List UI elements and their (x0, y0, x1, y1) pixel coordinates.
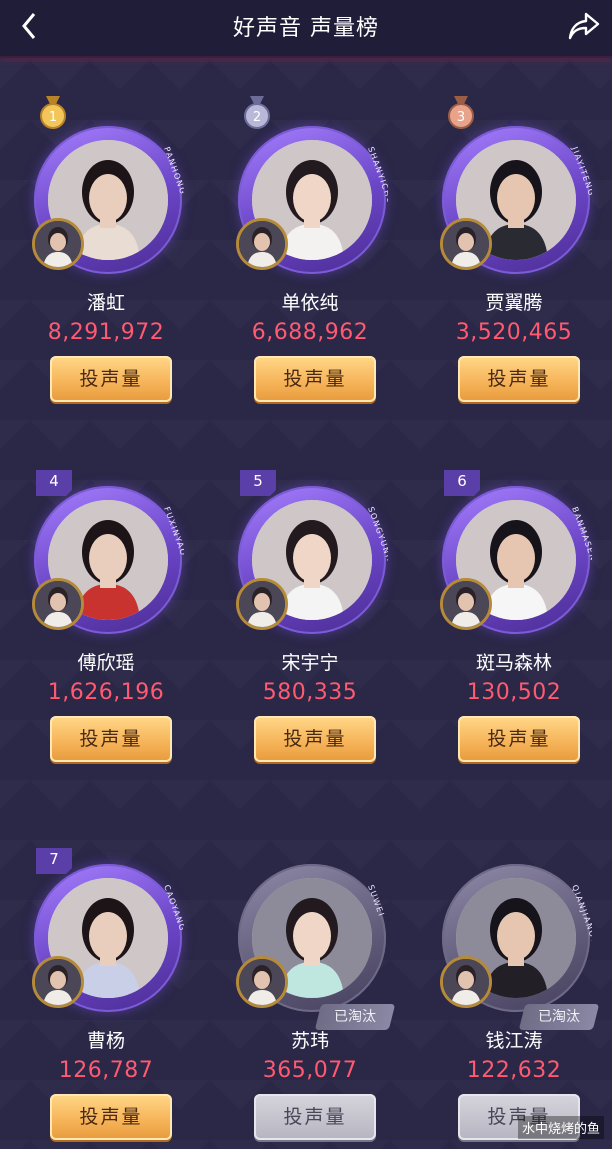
svg-text:QIANJIANGTAO: QIANJIANGTAO (570, 884, 592, 959)
contestant-card: JIAYITENG 3 贾翼腾 3,520,465 投声量 (412, 80, 612, 420)
top-bar: 好声音 声量榜 (0, 0, 612, 58)
rank-number: 5 (253, 472, 263, 490)
coach-avatar (236, 578, 288, 630)
rank-number: 4 (49, 472, 59, 490)
coach-avatar (440, 218, 492, 270)
contestant-name: 斑马森林 (475, 652, 552, 674)
rank-number: 6 (457, 472, 467, 490)
contestant-card: SHANYICHUN 2 单依纯 6,688,962 投声量 (208, 80, 412, 420)
vote-count: 130,502 (466, 680, 562, 705)
coach-avatar (440, 578, 492, 630)
svg-text:1: 1 (49, 110, 57, 125)
contestant-name: 傅欣瑶 (77, 652, 135, 674)
coach-avatar (236, 956, 288, 1008)
contestant-name: 潘虹 (86, 292, 125, 314)
contestant-card: SUWEI 已淘汰 苏玮 365,077 投声量 (208, 818, 412, 1149)
svg-text:SONGYUNING: SONGYUNING (366, 506, 388, 574)
svg-text:2: 2 (253, 110, 261, 125)
coach-avatar (32, 578, 84, 630)
name-pinyin-arc: SONGYUNING (366, 506, 388, 574)
contestant-name: 苏玮 (290, 1030, 329, 1052)
vote-button: 投声量 (254, 1094, 376, 1140)
rank-badge: 5 (240, 470, 276, 496)
contestant-card: PANHONG 1 潘虹 8,291,972 投声量 (4, 80, 208, 420)
coach-avatar (32, 956, 84, 1008)
avatar-frame: CAOYANG (32, 864, 184, 1012)
svg-text:SHANYICHUN: SHANYICHUN (366, 146, 388, 213)
rank-badge: 4 (36, 470, 72, 496)
vote-button[interactable]: 投声量 (50, 716, 172, 762)
avatar-frame: QIANJIANGTAO 已淘汰 (440, 864, 600, 1030)
contestant-name: 贾翼腾 (485, 292, 543, 314)
vote-count: 3,520,465 (455, 320, 573, 345)
svg-text:FUXINYAO: FUXINYAO (162, 506, 184, 558)
name-pinyin-arc: JIAYITENG (570, 145, 592, 198)
medal-bronze-icon: 3 (446, 96, 476, 130)
vote-button[interactable]: 投声量 (458, 716, 580, 762)
name-pinyin-arc: CAOYANG (162, 884, 184, 933)
contestant-name: 单依纯 (281, 292, 339, 314)
avatar-frame: SHANYICHUN (236, 126, 388, 274)
contestant-card: FUXINYAO 4 傅欣瑶 1,626,196 投声量 (4, 440, 208, 780)
coach-avatar (236, 218, 288, 270)
share-button[interactable] (568, 11, 600, 41)
contestant-name: 曹杨 (86, 1030, 125, 1052)
avatar-frame: JIAYITENG (440, 126, 592, 274)
name-pinyin-arc: QIANJIANGTAO (570, 884, 592, 959)
avatar-frame: BANMASENLIN (440, 486, 592, 634)
vote-button[interactable]: 投声量 (254, 356, 376, 402)
vote-count: 365,077 (262, 1058, 358, 1083)
name-pinyin-arc: SHANYICHUN (366, 146, 388, 213)
share-icon (568, 12, 600, 40)
vote-count: 8,291,972 (47, 320, 165, 345)
vote-count: 6,688,962 (251, 320, 369, 345)
svg-text:3: 3 (457, 110, 465, 125)
svg-text:JIAYITENG: JIAYITENG (570, 145, 592, 198)
vote-count: 580,335 (262, 680, 358, 705)
vote-button[interactable]: 投声量 (458, 356, 580, 402)
page-title: 好声音 声量榜 (233, 16, 379, 41)
svg-text:CAOYANG: CAOYANG (162, 884, 184, 933)
vote-button[interactable]: 投声量 (254, 716, 376, 762)
svg-text:SUWEI: SUWEI (366, 884, 386, 919)
contestant-name: 宋宇宁 (281, 652, 339, 674)
contestant-card: QIANJIANGTAO 已淘汰 钱江涛 122,632 投声量 (412, 818, 612, 1149)
vote-count: 1,626,196 (47, 680, 165, 705)
name-pinyin-arc: FUXINYAO (162, 506, 184, 558)
rank-badge: 7 (36, 848, 72, 874)
coach-avatar (440, 956, 492, 1008)
avatar-frame: PANHONG (32, 126, 184, 274)
vote-count: 122,632 (466, 1058, 562, 1083)
avatar-frame: SONGYUNING (236, 486, 388, 634)
vote-button[interactable]: 投声量 (50, 356, 172, 402)
svg-text:PANHONG: PANHONG (162, 146, 184, 197)
name-pinyin-arc: PANHONG (162, 146, 184, 197)
contestant-card: CAOYANG 7 曹杨 126,787 投声量 (4, 818, 208, 1149)
name-pinyin-arc: SUWEI (366, 884, 386, 919)
coach-avatar (32, 218, 84, 270)
watermark: 水中烧烤的鱼 (517, 1116, 604, 1139)
medal-silver-icon: 2 (242, 96, 272, 130)
vote-count: 126,787 (58, 1058, 154, 1083)
avatar-frame: SUWEI 已淘汰 (236, 864, 396, 1030)
contestant-card: BANMASENLIN 6 斑马森林 130,502 投声量 (412, 440, 612, 780)
medal-gold-icon: 1 (38, 96, 68, 130)
name-pinyin-arc: BANMASENLIN (570, 506, 592, 579)
rank-badge: 6 (444, 470, 480, 496)
svg-text:BANMASENLIN: BANMASENLIN (570, 506, 592, 579)
avatar-frame: FUXINYAO (32, 486, 184, 634)
vote-button[interactable]: 投声量 (50, 1094, 172, 1140)
contestant-card: SONGYUNING 5 宋宇宁 580,335 投声量 (208, 440, 412, 780)
rank-number: 7 (49, 850, 59, 868)
contestant-name: 钱江涛 (485, 1030, 543, 1052)
